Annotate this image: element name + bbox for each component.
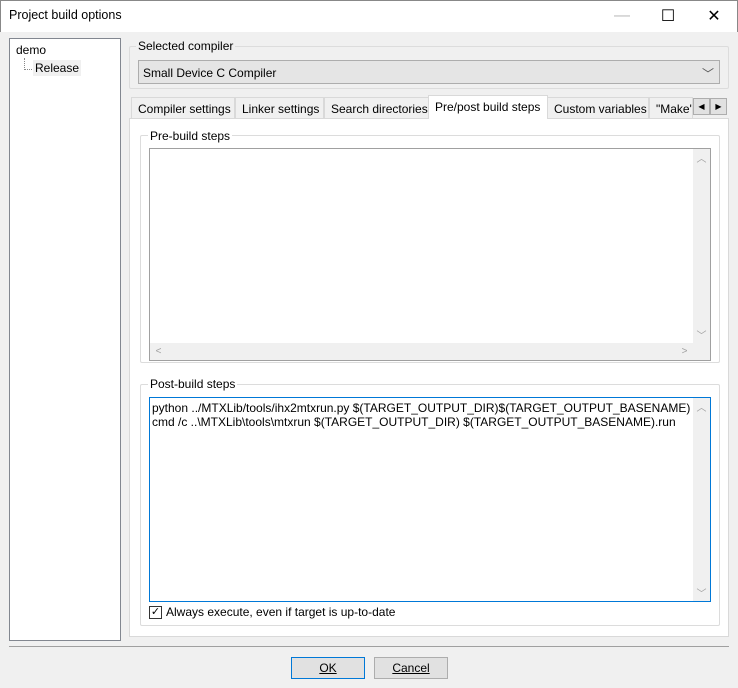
scroll-up-icon[interactable]: ︿ (693, 398, 710, 415)
always-execute-checkbox[interactable]: ✓ (149, 606, 162, 619)
tree-item-demo[interactable]: demo (16, 43, 46, 57)
ok-button[interactable]: OK (291, 657, 365, 679)
scroll-down-icon[interactable]: ﹀ (693, 326, 710, 343)
maximize-icon[interactable]: ☐ (645, 0, 691, 32)
pre-build-textarea[interactable]: ︿ ﹀ < > (149, 148, 711, 361)
scroll-up-icon[interactable]: ︿ (693, 149, 710, 166)
post-build-line: python ../MTXLib/tools/ihx2mtxrun.py $(T… (152, 401, 691, 415)
window-title: Project build options (9, 8, 122, 22)
chevron-down-icon: ﹀ (701, 67, 714, 81)
compiler-value: Small Device C Compiler (143, 66, 277, 80)
tree-item-release[interactable]: Release (33, 60, 82, 76)
pre-build-label: Pre-build steps (148, 129, 233, 143)
tab-make[interactable]: "Make" (649, 97, 693, 119)
tab-linker-settings[interactable]: Linker settings (235, 97, 324, 119)
compiler-select[interactable]: Small Device C Compiler ﹀ (138, 60, 720, 84)
close-icon[interactable]: ✕ (691, 0, 737, 32)
separator (9, 646, 729, 647)
post-build-textarea[interactable]: python ../MTXLib/tools/ihx2mtxrun.py $(T… (149, 397, 711, 602)
vertical-scrollbar[interactable]: ︿ ﹀ (693, 149, 710, 343)
tab-pre-post-build-steps[interactable]: Pre/post build steps (428, 95, 548, 119)
post-build-line: cmd /c ..\MTXLib\tools\mtxrun $(TARGET_O… (152, 415, 676, 429)
tab-custom-variables[interactable]: Custom variables (547, 97, 649, 119)
tab-search-directories[interactable]: Search directories (324, 97, 429, 119)
tab-scroll-right-icon[interactable]: ▶ (710, 98, 727, 115)
tab-compiler-settings[interactable]: Compiler settings (131, 97, 235, 119)
tab-panel: Pre-build steps ︿ ﹀ < > Post-build steps… (129, 118, 729, 637)
scroll-down-icon[interactable]: ﹀ (693, 584, 710, 601)
tree-connector (24, 58, 32, 70)
cancel-button[interactable]: Cancel (374, 657, 448, 679)
target-tree[interactable]: demo Release (9, 38, 121, 641)
minimize-icon[interactable]: — (599, 0, 645, 32)
tab-scroll-left-icon[interactable]: ◀ (693, 98, 710, 115)
always-execute-label[interactable]: Always execute, even if target is up-to-… (166, 605, 395, 619)
horizontal-scrollbar[interactable]: < > (150, 343, 710, 360)
scroll-left-icon[interactable]: < (150, 343, 167, 360)
post-build-text: python ../MTXLib/tools/ihx2mtxrun.py $(T… (152, 401, 690, 429)
selected-compiler-label: Selected compiler (136, 39, 236, 53)
vertical-scrollbar[interactable]: ︿ ﹀ (693, 398, 710, 601)
post-build-label: Post-build steps (148, 377, 238, 391)
scroll-right-icon[interactable]: > (676, 343, 693, 360)
